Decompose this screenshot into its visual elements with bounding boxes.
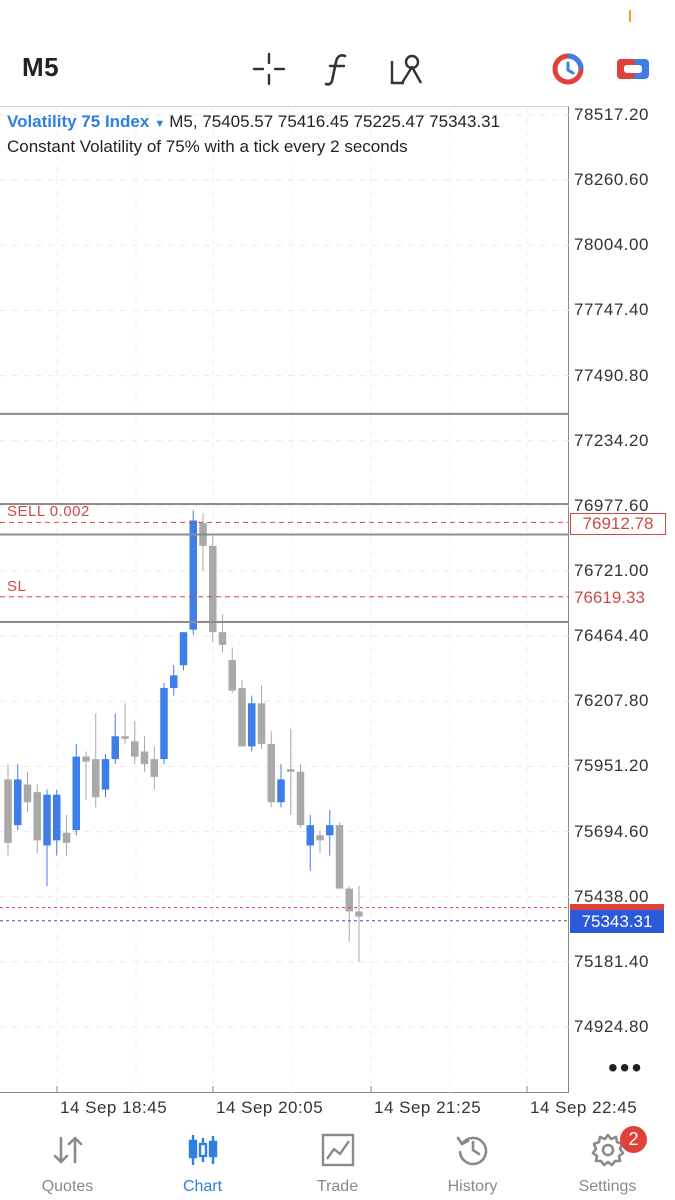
candle-body bbox=[248, 703, 256, 747]
candle-body bbox=[238, 688, 246, 747]
tab-settings-label: Settings bbox=[578, 1178, 637, 1195]
tab-history[interactable]: History bbox=[405, 1122, 540, 1200]
symbol-dropdown-icon[interactable]: ▼ bbox=[154, 118, 165, 130]
candle-body bbox=[33, 792, 41, 841]
candle-body bbox=[257, 703, 266, 744]
tab-history-label: History bbox=[447, 1178, 498, 1195]
price-scale-label: 78004.00 bbox=[574, 235, 649, 255]
tab-trade[interactable]: Trade bbox=[270, 1122, 405, 1200]
crosshair-svg bbox=[252, 52, 286, 86]
candle-body bbox=[82, 756, 90, 762]
candle-body bbox=[23, 784, 32, 803]
function-svg bbox=[324, 54, 347, 86]
chart-canvas bbox=[0, 106, 569, 1093]
candle-body bbox=[4, 779, 12, 843]
candle-body bbox=[267, 743, 275, 803]
candle-body bbox=[189, 520, 197, 630]
ohlc-values: M5, 75405.57 75416.45 75225.47 75343.31 bbox=[169, 112, 501, 131]
candle-body bbox=[316, 835, 324, 841]
one-click-trading-icon[interactable] bbox=[613, 49, 653, 89]
candle-body bbox=[72, 756, 80, 831]
price-scale-label: 75951.20 bbox=[574, 756, 649, 776]
candle-body bbox=[160, 688, 168, 760]
price-scale-label: 75694.60 bbox=[574, 821, 649, 841]
tab-chart-label: Chart bbox=[182, 1178, 223, 1195]
price-scale-label: 77490.80 bbox=[574, 365, 649, 385]
candle-body bbox=[209, 545, 217, 633]
tab-trade-label: Trade bbox=[316, 1178, 359, 1195]
trade-account-svg bbox=[552, 53, 584, 85]
candle-body bbox=[355, 911, 363, 917]
candle-body bbox=[306, 825, 314, 846]
time-scale-label: 14 Sep 20:05 bbox=[216, 1098, 324, 1117]
candle-body bbox=[277, 779, 285, 803]
candle-body bbox=[62, 832, 71, 843]
candle-body bbox=[92, 759, 100, 798]
timeframe-selector[interactable]: M5 bbox=[22, 52, 59, 83]
symbol-description: Constant Volatility of 75% with a tick e… bbox=[7, 137, 408, 156]
candle-body bbox=[140, 751, 149, 765]
trade-account-icon[interactable] bbox=[548, 49, 588, 89]
bid-price-tag: 75343.31 bbox=[570, 910, 664, 933]
settings-notification-badge: 2 bbox=[620, 1126, 647, 1153]
objects-icon[interactable] bbox=[386, 49, 426, 89]
tab-chart[interactable]: Chart bbox=[135, 1122, 270, 1200]
function-icon[interactable] bbox=[318, 49, 358, 89]
quotes-icon bbox=[53, 1136, 82, 1164]
candle-body bbox=[131, 741, 139, 757]
trade-icon bbox=[321, 1133, 354, 1167]
candle-body bbox=[101, 759, 110, 790]
price-scale-label: 76721.00 bbox=[574, 561, 649, 580]
symbol-header: Volatility 75 Index ▼ M5, 75405.57 75416.4… bbox=[7, 112, 500, 132]
candle-body bbox=[179, 632, 188, 666]
candle-body bbox=[150, 759, 158, 777]
one-click-svg bbox=[617, 59, 649, 79]
bottom-tab-bar: Quotes Chart Trade History Settings bbox=[0, 1122, 675, 1200]
time-scale-label: 14 Sep 18:45 bbox=[60, 1098, 168, 1117]
tab-settings[interactable]: Settings bbox=[540, 1122, 675, 1200]
more-options-icon[interactable]: ••• bbox=[608, 1052, 643, 1084]
candle-body bbox=[296, 771, 305, 826]
sell-order-label: SELL 0.002 bbox=[7, 503, 90, 520]
price-scale-label: 77234.20 bbox=[574, 430, 649, 450]
chart-icon bbox=[188, 1135, 217, 1165]
time-scale-label: 14 Sep 21:25 bbox=[374, 1098, 482, 1117]
tab-quotes-label: Quotes bbox=[41, 1178, 94, 1195]
crosshair-icon[interactable] bbox=[249, 49, 289, 89]
sl-label: SL bbox=[7, 578, 27, 595]
price-scale-label: 78260.60 bbox=[574, 170, 649, 190]
price-scale-label: 76207.80 bbox=[574, 691, 649, 711]
objects-svg bbox=[390, 54, 423, 85]
price-scale-label: 76464.40 bbox=[574, 626, 649, 646]
price-scale-label: 74924.80 bbox=[574, 1017, 649, 1036]
price-scale-label: 77747.40 bbox=[574, 300, 649, 320]
candle-body bbox=[228, 660, 236, 691]
candle-body bbox=[218, 632, 227, 645]
symbol-name[interactable]: Volatility 75 Index bbox=[7, 112, 149, 131]
status-indicator bbox=[629, 10, 631, 22]
candle-body bbox=[121, 736, 129, 739]
price-scale-label: 75181.40 bbox=[574, 951, 649, 971]
candle-body bbox=[14, 779, 22, 826]
history-icon bbox=[456, 1136, 487, 1166]
candle-body bbox=[53, 794, 61, 841]
tab-quotes[interactable]: Quotes bbox=[0, 1122, 135, 1200]
candle-body bbox=[335, 825, 344, 889]
price-scale-label: 78517.20 bbox=[574, 105, 649, 124]
candle-body bbox=[326, 825, 334, 836]
candle-body bbox=[111, 736, 119, 760]
candle-body bbox=[170, 675, 178, 689]
candle-body bbox=[43, 794, 51, 846]
sell-price-tag: 76912.78 bbox=[570, 513, 666, 535]
sl-price-tag: 76619.33 bbox=[574, 588, 645, 607]
time-scale-label: 14 Sep 22:45 bbox=[530, 1098, 638, 1117]
candle-body bbox=[287, 769, 295, 772]
